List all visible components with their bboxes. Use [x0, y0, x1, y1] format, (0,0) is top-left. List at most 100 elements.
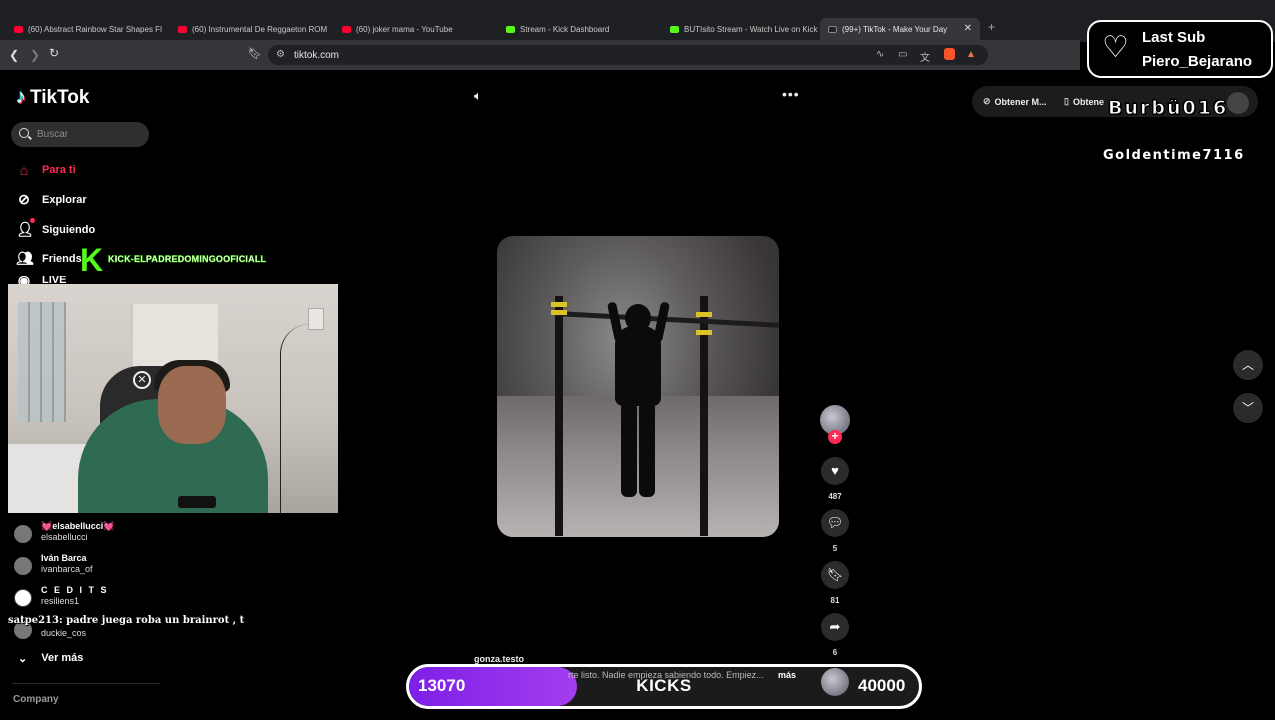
browser-tab[interactable]: BUTIsito Stream - Watch Live on Kick — [662, 18, 820, 40]
browser-tab[interactable]: (60) Abstract Rainbow Star Shapes Fl — [6, 18, 166, 40]
tiktok-icon — [828, 25, 837, 33]
volume-icon[interactable]: 🔈︎ — [474, 88, 482, 104]
video-yellow-band — [696, 312, 712, 317]
tab-title: (99+) TikTok - Make Your Day — [842, 24, 948, 34]
avatar — [14, 557, 32, 575]
url-text: tiktok.com — [294, 50, 340, 61]
more-options-icon[interactable]: ••• — [782, 86, 800, 102]
get-app-button[interactable]: ▯ Obtene — [1064, 96, 1104, 107]
share-button[interactable]: ➦ — [821, 613, 849, 641]
get-app-label: Obtener M... — [994, 96, 1047, 107]
account-handle: duckie_cos — [41, 628, 87, 638]
see-more-button[interactable]: ⌄ Ver más — [18, 652, 83, 665]
save-count: 81 — [830, 596, 840, 605]
browser-tab[interactable]: (60) joker mama - YouTube — [334, 18, 494, 40]
sidebar-item-label: Para ti — [42, 164, 76, 176]
video-person-leg — [639, 402, 655, 497]
video-yellow-band — [551, 302, 567, 307]
forward-icon[interactable]: ❯ — [30, 48, 40, 62]
site-info-icon[interactable]: ⚙ — [276, 49, 285, 60]
save-button[interactable]: 🔖︎ — [821, 561, 849, 589]
sidebar-item-para-ti[interactable]: ⌂ Para ti — [16, 162, 76, 178]
video-person-leg — [621, 402, 637, 497]
cast-icon[interactable]: ▭ — [898, 49, 907, 60]
cam-window — [18, 302, 66, 422]
kick-icon — [670, 25, 679, 33]
close-icon[interactable]: ✕ — [964, 23, 972, 34]
sidebar-item-label: Explorar — [42, 193, 87, 206]
kick-logo-icon: K — [80, 242, 104, 278]
chevron-down-icon: ⌄ — [18, 653, 28, 665]
bookmark-icon[interactable]: 🔖︎ — [248, 47, 262, 60]
sidebar-item-siguiendo[interactable]: 👤︎ Siguiendo — [16, 218, 96, 238]
tiktok-note-icon: ♪ — [16, 86, 26, 108]
kick-channel-name: KICK-ELPADREDOMINGOOFICIALL — [108, 254, 267, 264]
sidebar-item-live[interactable]: ◉ LIVE — [16, 276, 67, 284]
heart-icon: ♥ — [831, 463, 839, 478]
video-player[interactable] — [497, 236, 779, 537]
share-count: 6 — [832, 648, 838, 657]
bookmark-icon: 🔖︎ — [826, 567, 844, 582]
goal-target-value: 40000 — [858, 676, 906, 695]
browser-tab[interactable]: (60) Instrumental De Reggaeton ROM — [170, 18, 330, 40]
brave-rewards-icon[interactable]: ▲ — [966, 49, 976, 60]
account-name: 💓elsabellucci💓 — [41, 521, 115, 531]
tab-title: (60) joker mama - YouTube — [356, 24, 453, 34]
account-name: C E D I T S — [41, 585, 109, 595]
follow-plus-icon[interactable]: + — [828, 430, 842, 444]
tab-title: (60) Abstract Rainbow Star Shapes Fl — [28, 24, 162, 34]
second-viewer-name: Goldentime7116 — [1103, 148, 1245, 163]
search-input[interactable] — [11, 122, 149, 147]
following-account[interactable]: Iván Barca ivanbarca_of — [14, 553, 93, 575]
phone-icon: ▯ — [1064, 96, 1069, 106]
avatar — [14, 525, 32, 543]
goal-label: KICKS — [636, 676, 692, 695]
sidebar-item-label: Siguiendo — [42, 223, 96, 236]
tracking-icon[interactable]: ∿ — [876, 49, 884, 60]
chair-logo-icon: ✕ — [133, 371, 151, 389]
translate-icon[interactable]: 文 — [920, 49, 930, 64]
reload-icon[interactable]: ↻ — [49, 46, 59, 60]
account-name: Iván Barca — [41, 553, 87, 563]
see-more-label: Ver más — [41, 652, 84, 664]
chevron-down-icon: ﹀ — [1241, 401, 1254, 415]
tab-title: BUTIsito Stream - Watch Live on Kick — [684, 24, 818, 34]
browser-tab-active[interactable]: (99+) TikTok - Make Your Day ✕ — [820, 18, 980, 40]
tab-title: Stream - Kick Dashboard — [520, 24, 610, 34]
get-app-button[interactable]: ⊘ Obtener M... — [983, 96, 1047, 107]
tiktok-logo[interactable]: ♪ TikTok — [16, 86, 89, 109]
brave-shields-icon[interactable] — [944, 48, 955, 60]
download-icon: ⊘ — [983, 96, 991, 106]
youtube-icon — [342, 25, 351, 33]
last-sub-user: Piero_Bejarano — [1142, 53, 1253, 70]
next-video-button[interactable]: ﹀ — [1233, 393, 1263, 423]
profile-avatar[interactable] — [1227, 92, 1249, 114]
last-sub-title: Last Sub — [1142, 29, 1206, 46]
cam-phone — [178, 496, 216, 508]
back-icon[interactable]: ❮ — [9, 48, 19, 62]
chevron-up-icon: ︿ — [1241, 358, 1254, 372]
home-icon: ⌂ — [19, 162, 29, 178]
sidebar-item-label: LIVE — [42, 276, 67, 284]
webcam-overlay: ✕ — [8, 284, 338, 513]
friends-icon: 👥︎ — [16, 250, 34, 266]
tab-title: (60) Instrumental De Reggaeton ROM — [192, 24, 328, 34]
account-handle: elsabellucci — [41, 532, 88, 542]
previous-video-button[interactable]: ︿ — [1233, 350, 1263, 380]
cam-head — [158, 366, 226, 444]
live-icon: ◉ — [17, 276, 31, 284]
heart-outline-icon: ♡ — [1102, 31, 1129, 64]
following-account[interactable]: C E D I T S resiliens1 — [14, 585, 109, 607]
youtube-icon — [178, 25, 187, 33]
sidebar-item-friends[interactable]: 👥︎ Friends — [16, 250, 82, 267]
browser-tab[interactable]: Stream - Kick Dashboard — [498, 18, 658, 40]
new-tab-button[interactable]: + — [988, 20, 995, 34]
following-account[interactable]: 💓elsabellucci💓 elsabellucci — [14, 521, 114, 543]
get-app-label: Obtene — [1072, 96, 1104, 107]
sidebar-item-label: Friends — [42, 252, 82, 265]
sidebar-item-explorar[interactable]: ⊘ Explorar — [16, 191, 87, 208]
compass-icon: ⊘ — [18, 191, 30, 207]
comment-button[interactable]: 💬︎ — [821, 509, 849, 537]
video-author[interactable]: gonza.testo — [474, 654, 524, 664]
like-button[interactable]: ♥ — [821, 457, 849, 485]
